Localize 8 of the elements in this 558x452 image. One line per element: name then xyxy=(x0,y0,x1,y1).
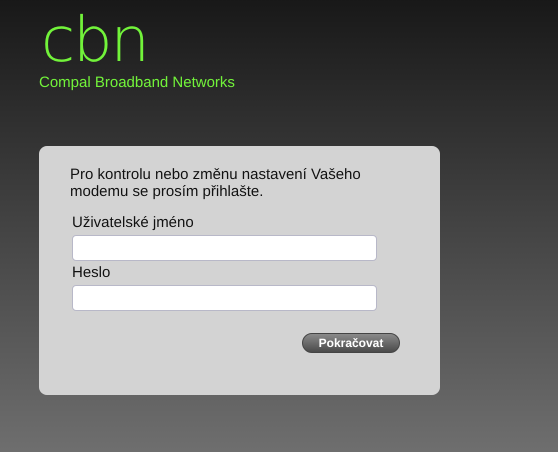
input-field[interactable] xyxy=(72,285,377,311)
input-field[interactable] xyxy=(72,235,377,261)
field-label: Heslo xyxy=(72,264,110,282)
field-label: Uživatelské jméno xyxy=(72,214,194,232)
continue-button[interactable]: Pokračovat xyxy=(302,333,400,353)
intro-text: Pro kontrolu nebo změnu nastavení Vašeho modemu se prosím přihlašte. xyxy=(70,166,362,200)
logo: cbn xyxy=(41,10,148,70)
tagline: Compal Broadband Networks xyxy=(39,74,236,91)
